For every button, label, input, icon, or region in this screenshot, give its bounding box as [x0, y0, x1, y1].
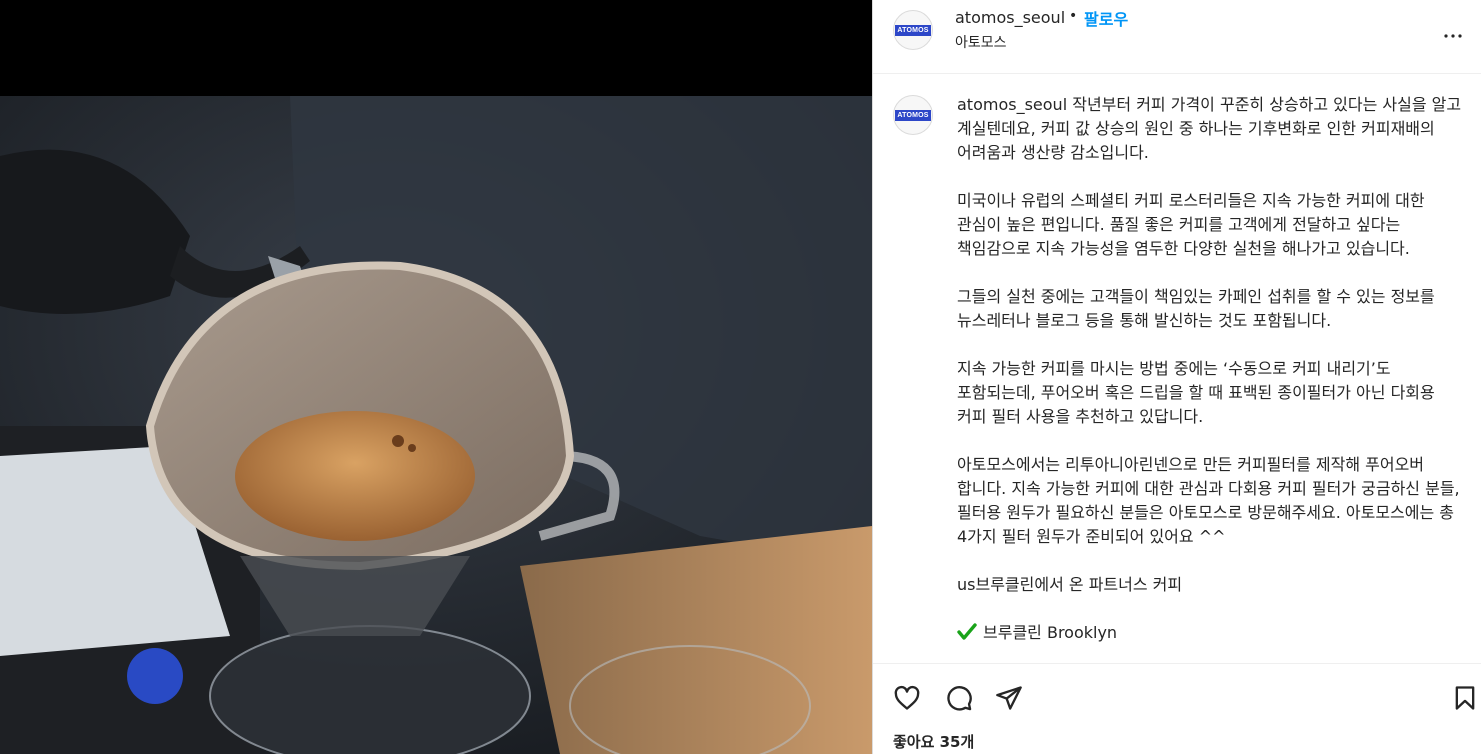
avatar-logo: ATOMOS: [895, 24, 931, 36]
caption-text: atomos_seoul 작년부터 커피 가격이 꾸준히 상승하고 있다는 사실…: [957, 93, 1467, 645]
author-username-link[interactable]: atomos_seoul: [955, 8, 1065, 27]
caption-section: ATOMOS atomos_seoul 작년부터 커피 가격이 꾸준히 상승하고…: [873, 75, 1481, 663]
caption-body: 작년부터 커피 가격이 꾸준히 상승하고 있다는 사실을 알고 계실텐데요, 커…: [957, 95, 1462, 594]
caption-username-link[interactable]: atomos_seoul: [957, 95, 1067, 114]
caption-avatar[interactable]: ATOMOS: [893, 95, 933, 135]
header-separator: •: [1069, 8, 1078, 24]
likes-count[interactable]: 좋아요 35개: [893, 731, 974, 752]
media-letterbox: [0, 0, 872, 96]
bookmark-icon[interactable]: [1451, 684, 1479, 712]
heart-icon[interactable]: [893, 684, 921, 712]
follow-button[interactable]: 팔로우: [1084, 6, 1128, 30]
check-mark-icon: [957, 623, 977, 640]
avatar-logo: ATOMOS: [895, 109, 931, 121]
author-subtitle: 아토모스: [955, 35, 1007, 51]
post-side-panel: ATOMOS atomos_seoul • 팔로우 아토모스 ATOMOS at…: [872, 0, 1481, 754]
more-options-icon[interactable]: [1441, 24, 1465, 48]
post-photo: [0, 96, 872, 754]
author-avatar[interactable]: ATOMOS: [893, 10, 933, 50]
share-icon[interactable]: [995, 684, 1023, 712]
caption-last-line: 브루클린 Brooklyn: [983, 623, 1118, 642]
post-header: ATOMOS atomos_seoul • 팔로우 아토모스: [873, 0, 1481, 74]
comment-icon[interactable]: [945, 684, 973, 712]
post-media[interactable]: [0, 0, 872, 754]
